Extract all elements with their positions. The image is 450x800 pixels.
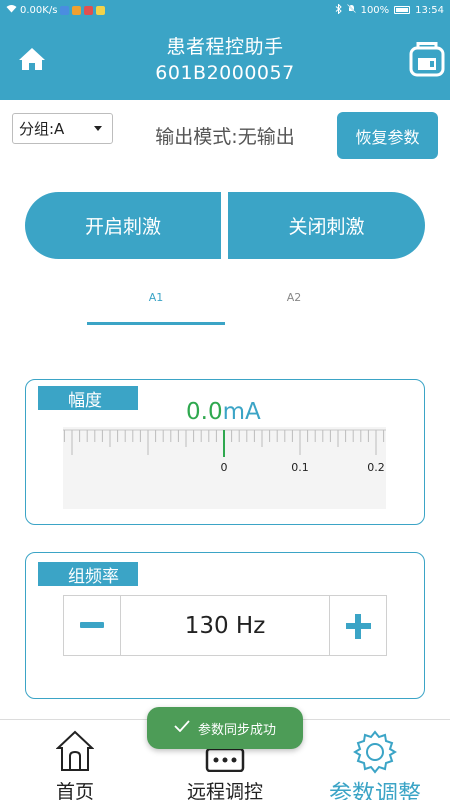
frequency-label: 组频率 xyxy=(38,562,138,587)
status-left: 0.00K/s xyxy=(6,4,106,16)
app-notification-icon xyxy=(96,5,106,15)
gear-icon xyxy=(353,730,397,778)
nav-label-home: 首页 xyxy=(55,781,94,800)
tab-a1[interactable]: A1 xyxy=(87,291,225,304)
caret-down-icon xyxy=(94,126,102,131)
nav-item-home[interactable]: 首页 xyxy=(0,720,150,800)
page-title: 患者程控助手 xyxy=(166,36,284,58)
increase-frequency-button[interactable] xyxy=(329,596,386,655)
toast-message: 参数同步成功 xyxy=(197,722,276,738)
amplitude-value: 0.0mA xyxy=(186,399,261,425)
start-stimulation-button[interactable]: 开启刺激 xyxy=(25,192,221,259)
device-id: 601B2000057 xyxy=(155,62,295,84)
amplitude-number: 0.0 xyxy=(186,399,223,425)
app-notification-icon xyxy=(60,5,70,15)
mute-icon xyxy=(346,4,356,16)
house-icon xyxy=(55,730,95,776)
ruler-tick-label: 0.2 xyxy=(367,461,385,474)
save-device-icon xyxy=(409,42,445,81)
app-screen: 0.00K/s 100% 13:54 患者程控助手 601B2000057 分组… xyxy=(0,0,450,800)
frequency-stepper: 130 Hz xyxy=(63,595,387,656)
tab-active-indicator xyxy=(87,322,225,325)
app-notification-icon xyxy=(72,5,82,15)
header-title-block: 患者程控助手 601B2000057 xyxy=(100,34,350,86)
check-icon xyxy=(174,720,190,736)
group-select[interactable]: 分组:A xyxy=(12,113,113,144)
ruler-tick-label: 0.1 xyxy=(291,461,309,474)
app-header: 患者程控助手 601B2000057 xyxy=(0,20,450,100)
bluetooth-icon xyxy=(335,2,342,17)
tab-a2[interactable]: A2 xyxy=(225,291,363,304)
nav-label-params: 参数调整 xyxy=(329,781,421,800)
status-right: 100% 13:54 xyxy=(335,2,444,17)
status-bar: 0.00K/s 100% 13:54 xyxy=(0,0,450,20)
status-time: 13:54 xyxy=(415,4,444,16)
amplitude-label: 幅度 xyxy=(38,386,138,411)
home-icon xyxy=(18,48,46,76)
battery-percent: 100% xyxy=(360,4,390,16)
wifi-icon xyxy=(6,4,17,16)
decrease-frequency-button[interactable] xyxy=(64,596,121,655)
group-select-value: 分组:A xyxy=(19,120,65,138)
sync-success-toast: 参数同步成功 xyxy=(147,707,303,749)
stop-stimulation-button[interactable]: 关闭刺激 xyxy=(228,192,425,259)
home-button[interactable] xyxy=(18,46,46,72)
amplitude-ruler[interactable]: 0 0.1 0.2 xyxy=(63,427,386,509)
nav-item-params[interactable]: 参数调整 xyxy=(300,720,450,800)
frequency-value: 130 Hz xyxy=(184,612,266,639)
battery-icon xyxy=(394,6,411,14)
ruler-tick-label: 0 xyxy=(221,461,228,474)
sync-device-button[interactable] xyxy=(409,41,445,77)
nav-label-remote: 远程调控 xyxy=(186,781,263,800)
restore-params-button[interactable]: 恢复参数 xyxy=(337,112,438,159)
network-speed: 0.00K/s xyxy=(20,4,58,16)
output-mode-text: 输出模式:无输出 xyxy=(155,126,295,148)
app-notification-icon xyxy=(84,5,94,15)
amplitude-unit: mA xyxy=(222,399,261,425)
